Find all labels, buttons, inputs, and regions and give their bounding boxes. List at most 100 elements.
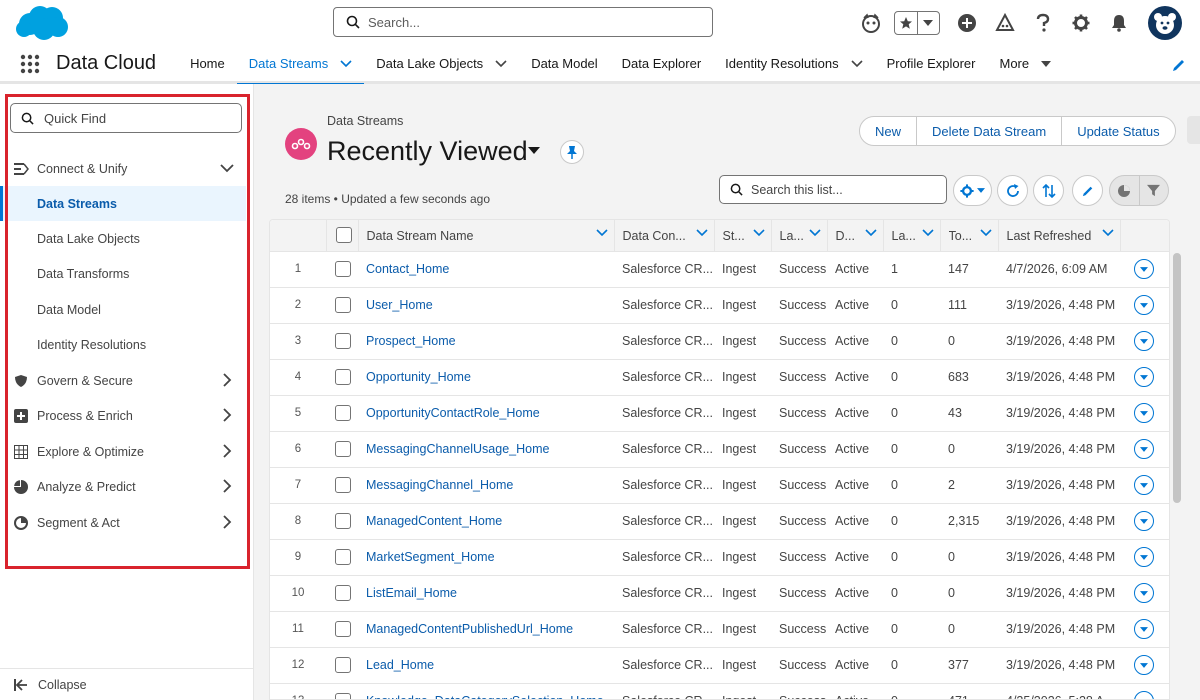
row-select-checkbox[interactable]	[335, 261, 351, 277]
scrollbar-thumb[interactable]	[1173, 253, 1181, 503]
data-stream-name-link[interactable]: Knowledge_DataCategorySelection_Home	[358, 683, 614, 699]
list-view-switcher-caret-icon[interactable]	[528, 147, 540, 154]
salesforce-logo-icon[interactable]	[14, 4, 70, 42]
row-select-checkbox[interactable]	[335, 621, 351, 637]
table-row[interactable]: 7 MessagingChannel_Home Salesforce CR... In…	[270, 467, 1169, 504]
column-header-last-refreshed[interactable]: Last Refreshed	[998, 220, 1121, 252]
delete-data-stream-button[interactable]: Delete Data Stream	[917, 117, 1063, 145]
row-select-checkbox[interactable]	[335, 549, 351, 565]
data-stream-name-link[interactable]: Lead_Home	[358, 647, 614, 684]
list-view-controls-button[interactable]	[953, 175, 992, 206]
table-row[interactable]: 6 MessagingChannelUsage_Home Salesforce CR…	[270, 431, 1169, 468]
list-search-input[interactable]: Search this list...	[719, 175, 947, 204]
refresh-button[interactable]	[997, 175, 1028, 206]
trailhead-icon[interactable]	[994, 12, 1016, 34]
astro-icon[interactable]	[860, 12, 882, 34]
chevron-down-icon[interactable]	[695, 229, 708, 237]
column-header-data-stream-name[interactable]: Data Stream Name	[358, 220, 615, 252]
row-actions-dropdown-icon[interactable]	[1134, 619, 1154, 639]
utility-panel-tab[interactable]	[1187, 116, 1200, 144]
data-stream-name-link[interactable]: ManagedContent_Home	[358, 503, 614, 540]
table-row[interactable]: 12 Lead_Home Salesforce CR... Ingest Success…	[270, 647, 1169, 684]
table-row[interactable]: 10 ListEmail_Home Salesforce CR... Ingest Su…	[270, 575, 1169, 612]
chevron-down-icon[interactable]	[495, 59, 507, 68]
column-header-data-connector[interactable]: Data Con...	[614, 220, 715, 252]
row-select-checkbox[interactable]	[335, 585, 351, 601]
notifications-bell-icon[interactable]	[1108, 12, 1130, 34]
row-actions-dropdown-icon[interactable]	[1134, 295, 1154, 315]
user-avatar[interactable]	[1148, 6, 1182, 40]
data-stream-name-link[interactable]: MarketSegment_Home	[358, 539, 614, 576]
edit-nav-pencil-icon[interactable]	[1172, 58, 1186, 72]
nav-item-profile-explorer[interactable]: Profile Explorer	[875, 45, 988, 83]
row-actions-dropdown-icon[interactable]	[1134, 367, 1154, 387]
chart-pie-icon[interactable]	[1110, 176, 1139, 205]
global-search-input[interactable]: Search...	[333, 7, 713, 37]
chevron-down-icon[interactable]	[1101, 229, 1114, 237]
table-row[interactable]: 11 ManagedContentPublishedUrl_Home Salesfo…	[270, 611, 1169, 648]
row-actions-dropdown-icon[interactable]	[1134, 475, 1154, 495]
gear-icon[interactable]	[1070, 12, 1092, 34]
table-row[interactable]: 13 Knowledge_DataCategorySelection_HomeSa…	[270, 683, 1169, 699]
chevron-down-icon[interactable]	[979, 229, 992, 237]
column-header-last-run-status[interactable]: La...	[771, 220, 828, 252]
nav-item-data-model[interactable]: Data Model	[519, 45, 609, 83]
row-actions-dropdown-icon[interactable]	[1134, 331, 1154, 351]
row-select-checkbox[interactable]	[335, 333, 351, 349]
help-icon[interactable]	[1032, 12, 1054, 34]
table-row[interactable]: 3 Prospect_Home Salesforce CR... Ingest Succ…	[270, 323, 1169, 360]
filter-funnel-icon[interactable]	[1138, 176, 1169, 205]
nav-item-data-streams[interactable]: Data Streams	[236, 45, 365, 86]
table-row[interactable]: 9 MarketSegment_Home Salesforce CR... Inges…	[270, 539, 1169, 576]
nav-item-data-lake-objects[interactable]: Data Lake Objects	[364, 45, 519, 83]
row-actions-dropdown-icon[interactable]	[1134, 511, 1154, 531]
collapse-button[interactable]: Collapse	[0, 668, 254, 700]
column-header-d[interactable]: D...	[827, 220, 884, 252]
row-select-checkbox[interactable]	[335, 657, 351, 673]
list-view-title[interactable]: Recently Viewed	[327, 136, 528, 167]
data-stream-name-link[interactable]: OpportunityContactRole_Home	[358, 395, 614, 432]
data-stream-name-link[interactable]: Prospect_Home	[358, 323, 614, 360]
row-actions-dropdown-icon[interactable]	[1134, 655, 1154, 675]
new-button[interactable]: New	[860, 117, 918, 145]
table-row[interactable]: 5 OpportunityContactRole_Home Salesforce C…	[270, 395, 1169, 432]
row-actions-dropdown-icon[interactable]	[1134, 259, 1154, 279]
edit-list-button[interactable]	[1072, 175, 1103, 206]
column-header-status[interactable]: St...	[714, 220, 772, 252]
chevron-down-icon[interactable]	[851, 59, 863, 68]
row-actions-dropdown-icon[interactable]	[1134, 439, 1154, 459]
column-header-total[interactable]: To...	[940, 220, 999, 252]
nav-item-identity-resolutions[interactable]: Identity Resolutions	[713, 45, 874, 83]
favorites-dropdown-icon[interactable]	[916, 12, 940, 34]
column-header-la[interactable]: La...	[883, 220, 941, 252]
nav-item-data-explorer[interactable]: Data Explorer	[610, 45, 713, 83]
sort-button[interactable]	[1033, 175, 1064, 206]
row-actions-dropdown-icon[interactable]	[1134, 547, 1154, 567]
pin-list-view-button[interactable]	[560, 140, 584, 164]
chevron-down-icon[interactable]	[864, 229, 877, 237]
row-actions-dropdown-icon[interactable]	[1134, 583, 1154, 603]
row-select-checkbox[interactable]	[335, 441, 351, 457]
data-stream-name-link[interactable]: MessagingChannelUsage_Home	[358, 431, 614, 468]
table-row[interactable]: 4 Opportunity_Home Salesforce CR... Ingest S…	[270, 359, 1169, 396]
row-actions-dropdown-icon[interactable]	[1134, 691, 1154, 699]
favorite-star-icon[interactable]	[895, 12, 917, 34]
nav-item-home[interactable]: Home	[178, 45, 237, 83]
data-stream-name-link[interactable]: User_Home	[358, 287, 614, 324]
table-row[interactable]: 2 User_Home Salesforce CR... Ingest Success A…	[270, 287, 1169, 324]
add-icon[interactable]	[956, 12, 978, 34]
data-stream-name-link[interactable]: ListEmail_Home	[358, 575, 614, 612]
row-select-checkbox[interactable]	[335, 405, 351, 421]
table-scrollbar[interactable]	[1171, 219, 1183, 700]
row-select-checkbox[interactable]	[335, 693, 351, 699]
row-select-checkbox[interactable]	[335, 477, 351, 493]
chevron-down-icon[interactable]	[921, 229, 934, 237]
chevron-down-icon[interactable]	[340, 59, 352, 68]
app-launcher-icon[interactable]	[10, 45, 50, 83]
data-stream-name-link[interactable]: MessagingChannel_Home	[358, 467, 614, 504]
nav-item-more[interactable]: More	[987, 45, 1063, 83]
update-status-button[interactable]: Update Status	[1062, 117, 1174, 145]
chevron-down-icon[interactable]	[752, 229, 765, 237]
row-select-checkbox[interactable]	[335, 297, 351, 313]
data-stream-name-link[interactable]: Contact_Home	[358, 251, 614, 288]
